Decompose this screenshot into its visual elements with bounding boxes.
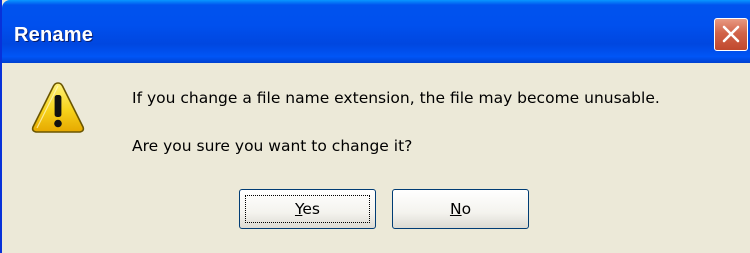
no-label-rest: o (461, 200, 472, 218)
close-button[interactable] (714, 18, 748, 51)
warning-message: If you change a file name extension, the… (132, 89, 660, 107)
no-mnemonic: N (449, 200, 462, 218)
yes-label-rest: es (302, 200, 321, 218)
dialog-title: Rename (14, 24, 94, 46)
yes-button-label: Yes (295, 200, 320, 218)
rename-dialog: Rename If you change a file name extensi… (0, 0, 750, 253)
title-bar[interactable]: Rename (2, 0, 750, 63)
warning-icon (31, 82, 85, 133)
close-icon (722, 25, 740, 43)
yes-button[interactable]: Yes (239, 189, 376, 229)
no-button[interactable]: No (392, 189, 529, 229)
no-button-label: No (450, 200, 471, 218)
confirmation-question: Are you sure you want to change it? (132, 137, 413, 155)
